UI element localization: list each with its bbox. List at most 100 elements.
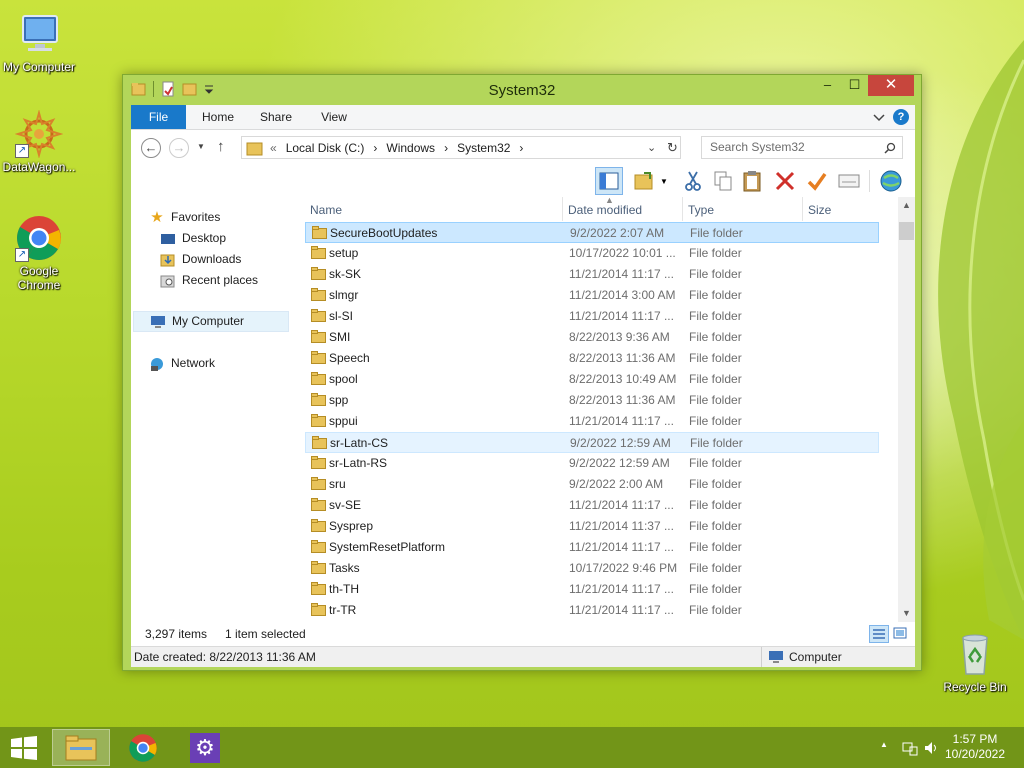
refresh-icon[interactable]: ↻ — [667, 140, 678, 156]
file-row[interactable]: sk-SK 11/21/2014 11:17 ... File folder — [305, 264, 879, 285]
address-overflow[interactable]: « — [270, 141, 277, 155]
start-button[interactable] — [10, 736, 38, 763]
file-row[interactable]: th-TH 11/21/2014 11:17 ... File folder — [305, 579, 879, 600]
computer-icon — [150, 314, 166, 330]
breadcrumb-windows[interactable]: Windows — [386, 141, 435, 155]
close-button[interactable]: ✕ — [868, 75, 914, 96]
cut-button[interactable] — [679, 167, 707, 195]
desktop-icon-google-chrome[interactable]: ↗ Google Chrome — [0, 214, 78, 292]
desktop-icon-datawagon[interactable]: ↗ DataWagon... — [0, 109, 78, 174]
large-icons-view-icon — [893, 627, 907, 639]
preview-pane-button[interactable] — [595, 167, 623, 195]
desktop-icon-label: DataWagon... — [2, 160, 76, 174]
large-icons-view-button[interactable] — [891, 625, 911, 643]
date-created-text: Date created: 8/22/2013 11:36 AM — [134, 650, 316, 664]
globe-button[interactable] — [877, 167, 905, 195]
file-row[interactable]: tr-TR 11/21/2014 11:17 ... File folder — [305, 600, 879, 621]
file-row[interactable]: sl-SI 11/21/2014 11:17 ... File folder — [305, 306, 879, 327]
file-row[interactable]: spp 8/22/2013 11:36 AM File folder — [305, 390, 879, 411]
properties-button[interactable] — [835, 167, 863, 195]
taskbar-file-explorer[interactable] — [52, 729, 110, 766]
file-date: 11/21/2014 11:17 ... — [569, 540, 674, 554]
file-row[interactable]: sr-Latn-CS 9/2/2022 12:59 AM File folder — [305, 432, 879, 453]
file-date: 9/2/2022 2:00 AM — [569, 477, 664, 491]
copy-button[interactable] — [709, 167, 737, 195]
clock[interactable]: 1:57 PM 10/20/2022 — [940, 732, 1010, 762]
address-bar[interactable]: « Local Disk (C:) › Windows › System32 ›… — [241, 136, 681, 159]
breadcrumb-separator[interactable]: › — [444, 141, 448, 155]
column-header-name[interactable]: Name — [305, 197, 563, 221]
scroll-up-icon[interactable]: ▲ — [898, 197, 915, 214]
datawagon-icon: ↗ — [14, 109, 64, 159]
search-icon[interactable] — [884, 142, 896, 154]
file-row[interactable]: SMI 8/22/2013 9:36 AM File folder — [305, 327, 879, 348]
address-dropdown-icon[interactable]: ⌄ — [647, 141, 656, 154]
move-to-button[interactable]: ▼ — [631, 167, 671, 195]
desktop-icon-recycle-bin[interactable]: Recycle Bin — [936, 630, 1014, 694]
scroll-down-icon[interactable]: ▼ — [898, 605, 915, 622]
column-header-type[interactable]: Type — [683, 197, 803, 221]
title-bar[interactable]: System32 – ☐ ✕ — [123, 75, 921, 105]
file-row[interactable]: sr-Latn-RS 9/2/2022 12:59 AM File folder — [305, 453, 879, 474]
maximize-button[interactable]: ☐ — [841, 75, 868, 96]
details-view-button[interactable] — [869, 625, 889, 643]
delete-button[interactable] — [771, 167, 799, 195]
copy-icon — [714, 171, 732, 191]
tab-share[interactable]: Share — [251, 105, 301, 129]
file-date: 11/21/2014 11:17 ... — [569, 603, 674, 617]
rename-button[interactable] — [803, 167, 831, 195]
tab-file[interactable]: File — [131, 105, 186, 129]
nav-favorites[interactable]: ★ Favorites — [149, 207, 220, 228]
breadcrumb-local-disk[interactable]: Local Disk (C:) — [286, 141, 365, 155]
network-status-icon[interactable] — [902, 740, 918, 756]
file-type: File folder — [689, 519, 742, 533]
breadcrumb-separator[interactable]: › — [373, 141, 377, 155]
file-row[interactable]: SecureBootUpdates 9/2/2022 2:07 AM File fo… — [305, 222, 879, 243]
taskbar-settings[interactable]: ⚙ — [176, 729, 234, 766]
file-type: File folder — [689, 540, 742, 554]
recent-locations-dropdown[interactable]: ▼ — [197, 142, 205, 151]
tab-home[interactable]: Home — [193, 105, 243, 129]
show-hidden-icons-icon[interactable]: ▲ — [880, 740, 888, 749]
forward-button[interactable]: → — [169, 138, 189, 158]
nav-my-computer[interactable]: My Computer — [133, 311, 289, 332]
search-input[interactable]: Search System32 — [701, 136, 903, 159]
scroll-thumb[interactable] — [899, 222, 914, 240]
tab-view[interactable]: View — [309, 105, 359, 129]
file-row[interactable]: sru 9/2/2022 2:00 AM File folder — [305, 474, 879, 495]
file-row[interactable]: Speech 8/22/2013 11:36 AM File folder — [305, 348, 879, 369]
column-header-size[interactable]: Size — [803, 197, 881, 221]
file-row[interactable]: slmgr 11/21/2014 3:00 AM File folder — [305, 285, 879, 306]
help-button[interactable]: ? — [893, 109, 909, 125]
file-date: 9/2/2022 12:59 AM — [570, 436, 671, 450]
up-button[interactable]: ↑ — [217, 138, 225, 155]
file-row[interactable]: spool 8/22/2013 10:49 AM File folder — [305, 369, 879, 390]
file-type: File folder — [689, 330, 742, 344]
file-row[interactable]: sv-SE 11/21/2014 11:17 ... File folder — [305, 495, 879, 516]
preview-pane-icon — [599, 172, 619, 190]
vertical-scrollbar[interactable]: ▲ ▼ — [898, 197, 915, 622]
desktop-icon-my-computer[interactable]: My Computer — [0, 10, 78, 74]
file-type: File folder — [689, 246, 742, 260]
file-row[interactable]: setup 10/17/2022 10:01 ... File folder — [305, 243, 879, 264]
minimize-button[interactable]: – — [814, 75, 841, 96]
file-row[interactable]: Sysprep 11/21/2014 11:37 ... File folder — [305, 516, 879, 537]
nav-desktop[interactable]: Desktop — [160, 228, 226, 249]
column-header-date[interactable]: Date modified — [563, 197, 683, 221]
paste-button[interactable] — [739, 167, 767, 195]
nav-recent-places[interactable]: Recent places — [160, 270, 258, 291]
file-type: File folder — [689, 351, 742, 365]
file-row[interactable]: Tasks 10/17/2022 9:46 PM File folder — [305, 558, 879, 579]
back-button[interactable]: ← — [141, 138, 161, 158]
breadcrumb-separator[interactable]: › — [519, 141, 523, 155]
nav-network[interactable]: Network — [149, 353, 215, 374]
file-row[interactable]: SystemResetPlatform 11/21/2014 11:17 ... F… — [305, 537, 879, 558]
nav-downloads[interactable]: Downloads — [160, 249, 241, 270]
file-type: File folder — [690, 436, 743, 450]
expand-ribbon-icon[interactable] — [873, 112, 885, 122]
folder-icon — [311, 393, 326, 406]
file-row[interactable]: sppui 11/21/2014 11:17 ... File folder — [305, 411, 879, 432]
taskbar-chrome[interactable] — [114, 729, 172, 766]
breadcrumb-system32[interactable]: System32 — [457, 141, 510, 155]
volume-icon[interactable] — [924, 740, 940, 756]
